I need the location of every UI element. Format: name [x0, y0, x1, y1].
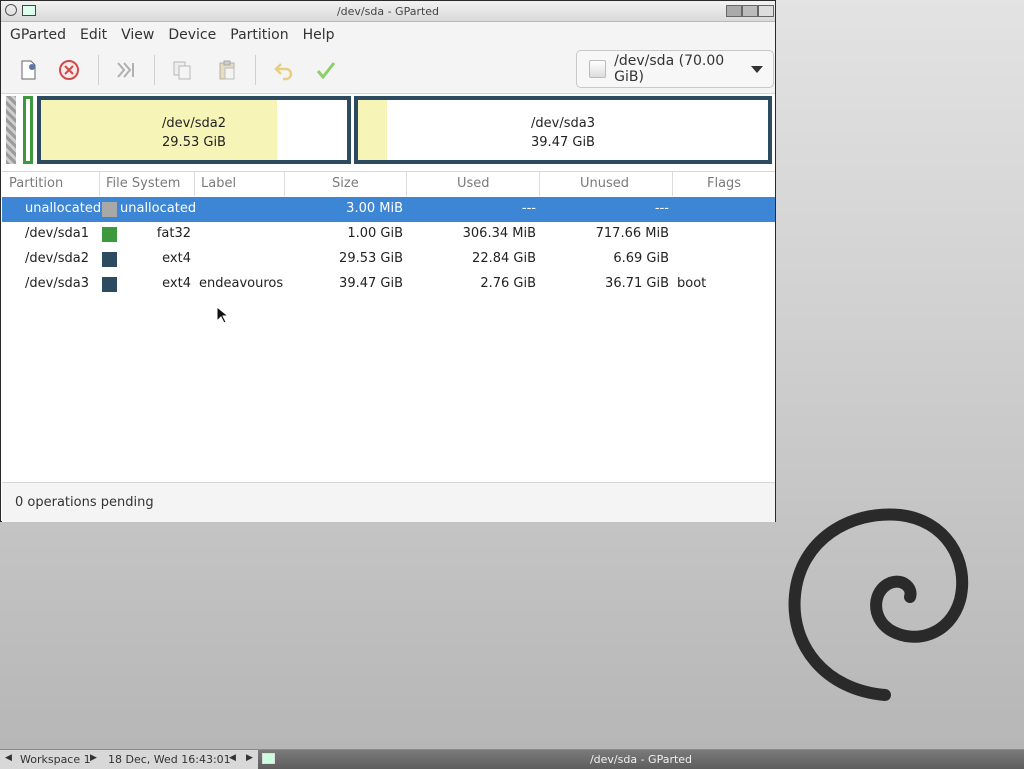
- col-partition[interactable]: Partition: [9, 176, 63, 191]
- toolbar: /dev/sda (70.00 GiB): [1, 47, 775, 94]
- cell-partition: /dev/sda2: [25, 251, 89, 266]
- fs-color-swatch: [102, 277, 117, 292]
- map-unallocated[interactable]: [6, 96, 16, 164]
- map-sda2-size: 29.53 GiB: [162, 135, 226, 150]
- col-flags[interactable]: Flags: [707, 176, 741, 191]
- status-bar: 0 operations pending: [2, 482, 775, 522]
- window-title: /dev/sda - GParted: [336, 5, 440, 18]
- cell-file-system: ext4: [162, 251, 191, 266]
- cell-used: 2.76 GiB: [480, 276, 536, 291]
- cell-file-system: unallocated: [120, 201, 197, 216]
- next-workspace-icon[interactable]: ▶: [90, 753, 97, 763]
- fs-color-swatch: [102, 252, 117, 267]
- clock: 18 Dec, Wed 16:43:01: [108, 753, 231, 766]
- menu-gparted[interactable]: GParted: [3, 27, 73, 43]
- col-label[interactable]: Label: [201, 176, 236, 191]
- maximize-button[interactable]: [742, 5, 758, 17]
- cell-size: 29.53 GiB: [339, 251, 403, 266]
- cell-file-system: fat32: [156, 226, 191, 241]
- taskbar-item-gparted[interactable]: /dev/sda - GParted: [258, 750, 1024, 769]
- disk-icon: [589, 60, 607, 78]
- undo-icon[interactable]: [271, 57, 297, 83]
- table-row[interactable]: /dev/sda3 ext4 endeavouros 39.47 GiB 2.7…: [2, 272, 775, 297]
- menu-view[interactable]: View: [114, 27, 161, 43]
- menu-partition[interactable]: Partition: [223, 27, 295, 43]
- chevron-down-icon: [751, 65, 763, 73]
- table-row[interactable]: /dev/sda2 ext4 29.53 GiB 22.84 GiB 6.69 …: [2, 247, 775, 272]
- cell-unused: 717.66 MiB: [595, 226, 669, 241]
- copy-icon[interactable]: [169, 57, 195, 83]
- cell-flags: boot: [677, 276, 707, 291]
- apply-icon[interactable]: [313, 57, 339, 83]
- cell-unused: 36.71 GiB: [605, 276, 669, 291]
- cell-partition: unallocated: [25, 201, 102, 216]
- resize-move-icon[interactable]: [113, 57, 139, 83]
- table-row[interactable]: unallocated unallocated 3.00 MiB --- ---: [2, 197, 775, 222]
- prev-icon[interactable]: ◀: [229, 753, 236, 763]
- partition-table: Partition File System Label Size Used Un…: [2, 171, 775, 482]
- cell-unused: 6.69 GiB: [613, 251, 669, 266]
- menu-help[interactable]: Help: [296, 27, 342, 43]
- map-sda2-name: /dev/sda2: [162, 116, 226, 131]
- fs-color-swatch: [102, 202, 117, 217]
- close-button[interactable]: [758, 5, 774, 17]
- mouse-pointer-icon: [216, 306, 228, 324]
- cell-unused: ---: [654, 201, 669, 216]
- operations-pending: 0 operations pending: [15, 495, 154, 510]
- map-sda3-size: 39.47 GiB: [531, 135, 595, 150]
- prev-workspace-icon[interactable]: ◀: [5, 753, 12, 763]
- map-sda3[interactable]: /dev/sda3 39.47 GiB: [354, 96, 772, 164]
- title-bar[interactable]: /dev/sda - GParted: [1, 1, 775, 22]
- debian-swirl-logo: [788, 508, 969, 701]
- cell-used: 306.34 MiB: [462, 226, 536, 241]
- map-sda2[interactable]: /dev/sda2 29.53 GiB: [37, 96, 351, 164]
- cell-partition: /dev/sda1: [25, 226, 89, 241]
- next-icon[interactable]: ▶: [246, 753, 253, 763]
- col-used[interactable]: Used: [457, 176, 490, 191]
- col-file-system[interactable]: File System: [106, 176, 180, 191]
- map-sda3-name: /dev/sda3: [531, 116, 595, 131]
- cell-partition: /dev/sda3: [25, 276, 89, 291]
- cell-size: 1.00 GiB: [347, 226, 403, 241]
- menu-bar: GParted Edit View Device Partition Help: [1, 22, 775, 47]
- new-partition-icon[interactable]: [15, 57, 41, 83]
- col-unused[interactable]: Unused: [580, 176, 629, 191]
- table-header: Partition File System Label Size Used Un…: [2, 172, 775, 198]
- fs-color-swatch: [102, 227, 117, 242]
- cell-file-system: ext4: [162, 276, 191, 291]
- workspace-label[interactable]: Workspace 1: [20, 753, 91, 766]
- col-size[interactable]: Size: [332, 176, 359, 191]
- cell-used: ---: [521, 201, 536, 216]
- delete-icon[interactable]: [56, 57, 82, 83]
- cell-size: 39.47 GiB: [339, 276, 403, 291]
- device-label: /dev/sda (70.00 GiB): [614, 53, 725, 85]
- taskbar-item-label: /dev/sda - GParted: [589, 753, 693, 766]
- cell-size: 3.00 MiB: [346, 201, 403, 216]
- minimize-button[interactable]: [726, 5, 742, 17]
- paste-icon[interactable]: [214, 57, 240, 83]
- device-selector[interactable]: /dev/sda (70.00 GiB): [576, 50, 774, 88]
- menu-device[interactable]: Device: [161, 27, 223, 43]
- menu-edit[interactable]: Edit: [73, 27, 114, 43]
- cell-used: 22.84 GiB: [472, 251, 536, 266]
- cell-label: endeavouros: [199, 276, 284, 291]
- gparted-window: /dev/sda - GParted GParted Edit View Dev…: [0, 0, 776, 522]
- table-row[interactable]: /dev/sda1 fat32 1.00 GiB 306.34 MiB 717.…: [2, 222, 775, 247]
- map-sda1[interactable]: [23, 96, 33, 164]
- partition-map: /dev/sda2 29.53 GiB /dev/sda3 39.47 GiB: [6, 96, 774, 164]
- bottom-panel: ◀ Workspace 1 ▶ 18 Dec, Wed 16:43:01 ◀ ▶…: [0, 749, 1024, 769]
